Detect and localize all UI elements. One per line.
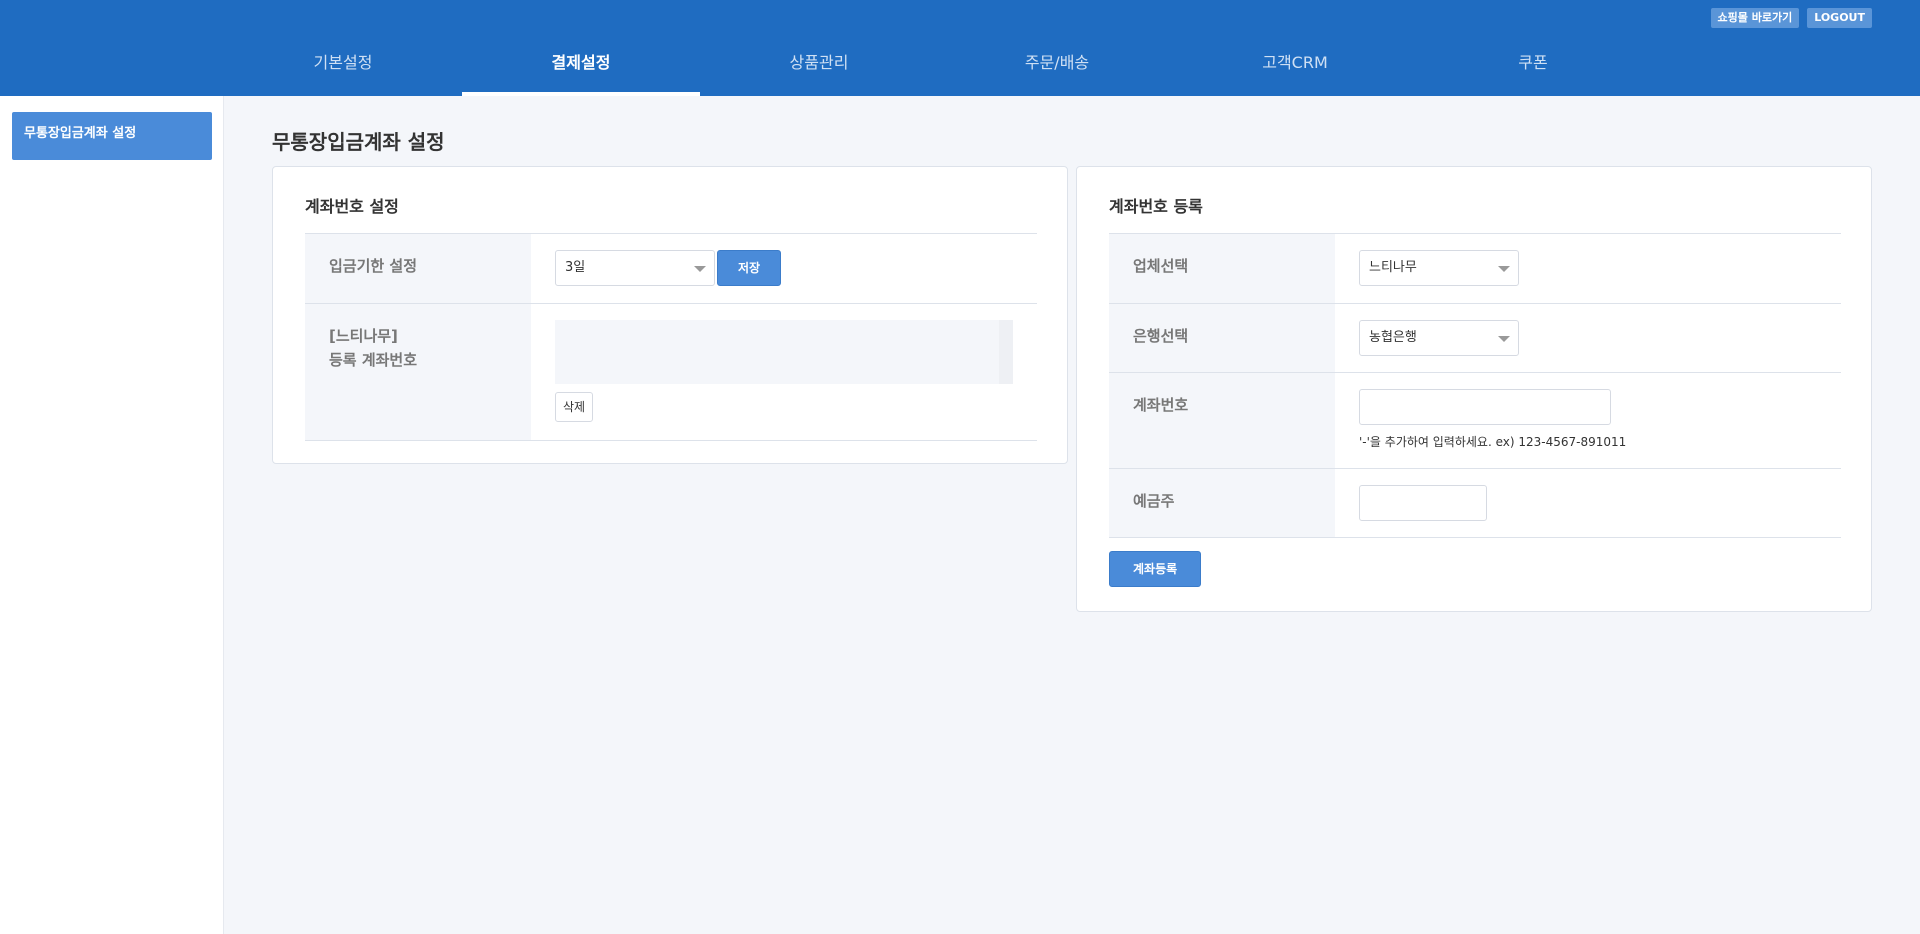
bank-select-value: 농협은행 [1369,330,1417,345]
nav-tab-product-management[interactable]: 상품관리 [700,0,938,96]
nav-tab-payment-settings[interactable]: 결제설정 [462,0,700,96]
top-header: 쇼핑몰 바로가기 LOGOUT 기본설정 결제설정 상품관리 주문/배송 고객C… [0,0,1920,96]
form-row-account-number: 계좌번호 '-'을 추가하여 입력하세요. ex) 123-4567-89101… [1109,373,1841,469]
sidebar: 무통장입금계좌 설정 [0,96,224,934]
registered-accounts-label-text: 등록 계좌번호 [329,351,418,369]
bank-label: 은행선택 [1109,304,1335,372]
register-account-button[interactable]: 계좌등록 [1109,551,1202,587]
chevron-down-icon [1498,336,1510,342]
shop-link-button[interactable]: 쇼핑몰 바로가기 [1710,8,1800,28]
deadline-label: 입금기한 설정 [305,234,531,303]
card-title: 계좌번호 설정 [305,197,399,216]
logout-button[interactable]: LOGOUT [1807,8,1872,28]
account-register-form: 업체선택 느티나무 은행선택 농협은행 계좌번호 '-'을 추가하여 입력하세요… [1109,233,1841,538]
registered-accounts-label: [느티나무] 등록 계좌번호 [305,304,531,440]
nav-tab-customer-crm[interactable]: 고객CRM [1176,0,1414,96]
account-holder-input[interactable] [1359,485,1487,521]
form-row-account-holder: 예금주 [1109,469,1841,538]
account-number-label: 계좌번호 [1109,373,1335,468]
company-select[interactable]: 느티나무 [1359,250,1519,286]
sidebar-item-bank-account-settings[interactable]: 무통장입금계좌 설정 [12,112,212,160]
form-row-registered-accounts: [느티나무] 등록 계좌번호 삭제 [305,304,1037,441]
form-row-bank: 은행선택 농협은행 [1109,304,1841,373]
company-label: 업체선택 [1109,234,1335,303]
registered-accounts-label-company: [느티나무] [329,327,398,345]
chevron-down-icon [1498,266,1510,272]
registered-accounts-list[interactable] [555,320,1013,384]
top-links: 쇼핑몰 바로가기 LOGOUT [1710,8,1872,28]
nav-tab-coupon[interactable]: 쿠폰 [1414,0,1652,96]
form-row-company: 업체선택 느티나무 [1109,234,1841,304]
card-title: 계좌번호 등록 [1109,197,1203,216]
account-holder-label: 예금주 [1109,469,1335,537]
bank-select[interactable]: 농협은행 [1359,320,1519,356]
account-number-help: '-'을 추가하여 입력하세요. ex) 123-4567-891011 [1359,435,1627,449]
account-number-input[interactable] [1359,389,1611,425]
account-register-card: 계좌번호 등록 업체선택 느티나무 은행선택 농협은행 계좌번호 '-'을 추가… [1076,166,1872,612]
nav-tab-basic-settings[interactable]: 기본설정 [224,0,462,96]
delete-button[interactable]: 삭제 [555,392,594,422]
deadline-select-value: 3일 [565,260,586,275]
deadline-select[interactable]: 3일 [555,250,715,286]
account-settings-card: 계좌번호 설정 입금기한 설정 3일 저장 [느티나무] 등록 계좌번호 삭제 [272,166,1068,464]
form-row-deadline: 입금기한 설정 3일 저장 [305,234,1037,304]
account-settings-form: 입금기한 설정 3일 저장 [느티나무] 등록 계좌번호 삭제 [305,233,1037,441]
company-select-value: 느티나무 [1369,260,1417,275]
nav-tab-order-shipping[interactable]: 주문/배송 [938,0,1176,96]
chevron-down-icon [694,266,706,272]
save-button[interactable]: 저장 [717,250,782,286]
page-title: 무통장입금계좌 설정 [272,130,445,154]
main-nav: 기본설정 결제설정 상품관리 주문/배송 고객CRM 쿠폰 [224,0,1652,96]
